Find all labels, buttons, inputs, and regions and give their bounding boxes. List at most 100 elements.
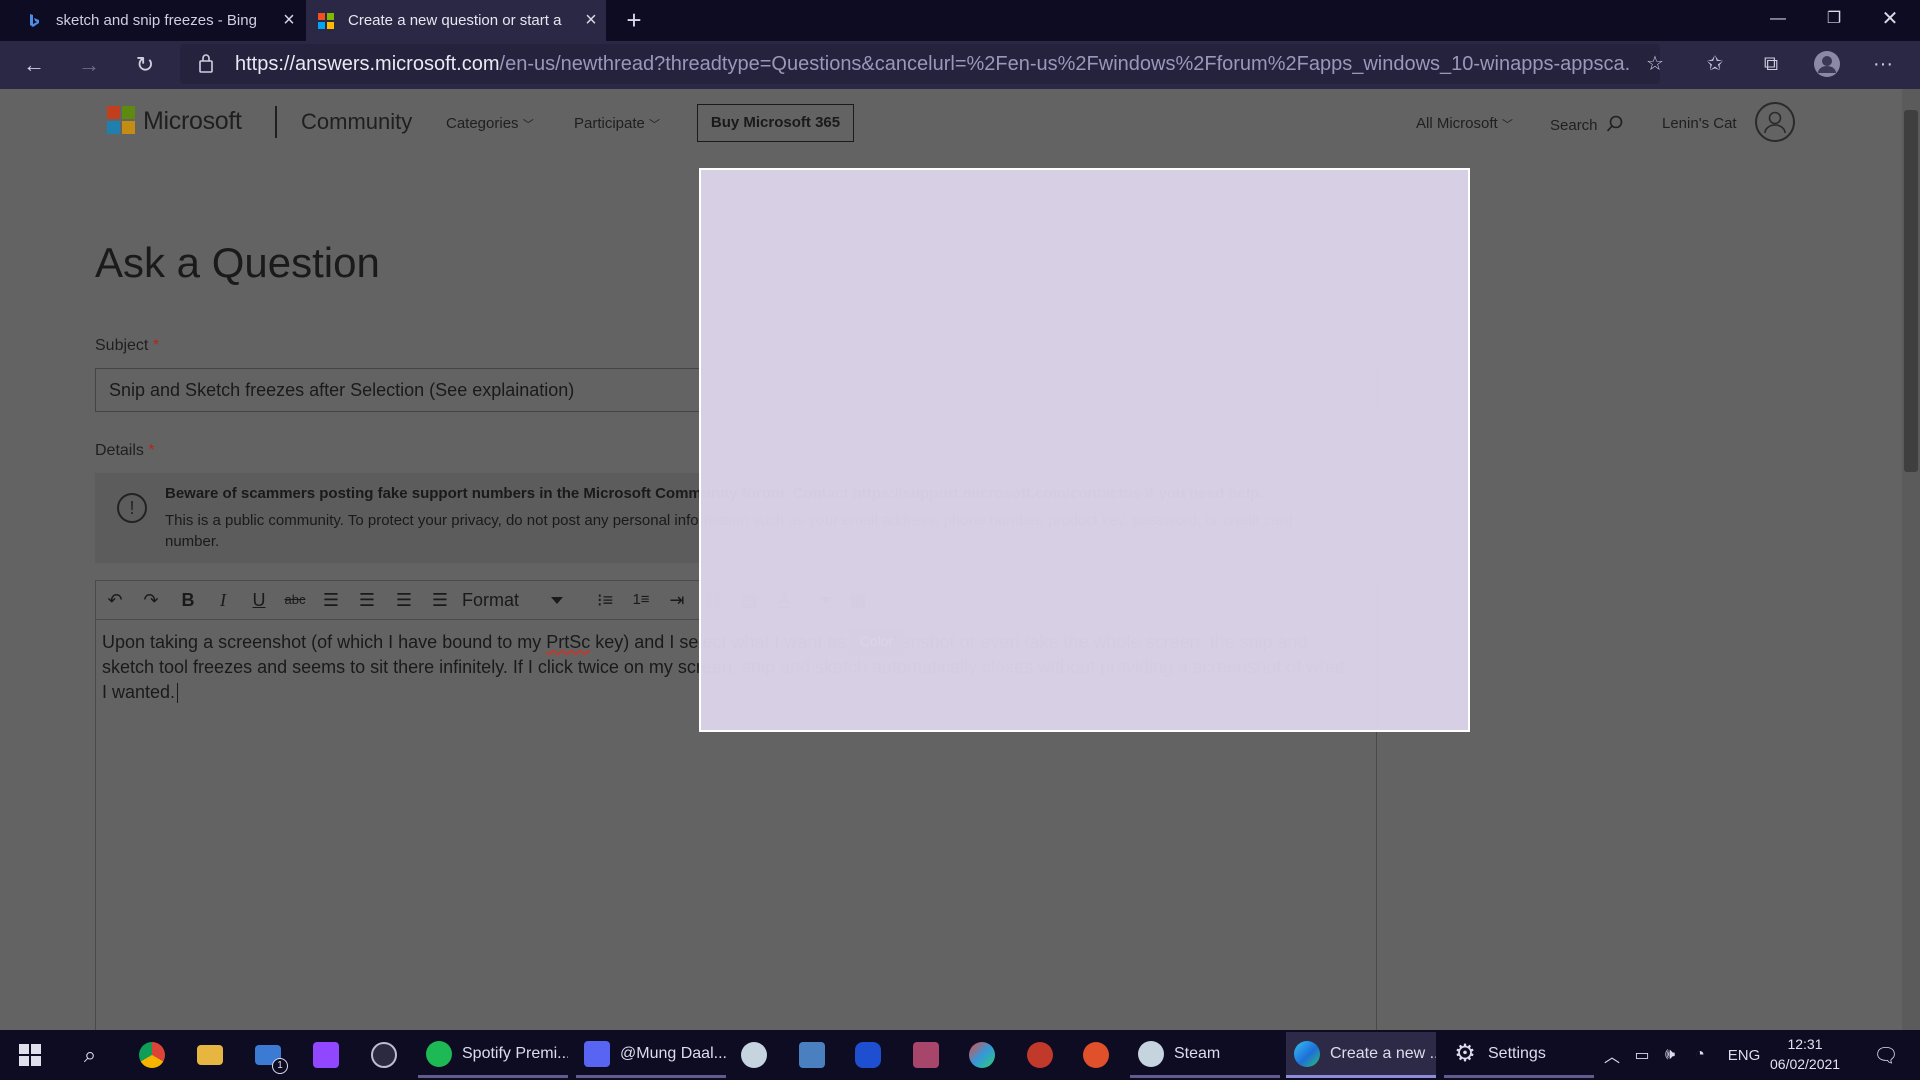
details-editor[interactable]: Upon taking a screenshot (of which I hav… bbox=[95, 620, 1377, 1030]
bold-icon[interactable]: B bbox=[170, 581, 206, 619]
file-explorer-icon[interactable] bbox=[190, 1032, 230, 1078]
taskbar-settings[interactable]: ⚙ Settings bbox=[1444, 1032, 1594, 1078]
editor-toolbar: ↶ ↷ B I U abc ☰ ☰ ☰ ☰ Format ⁝≡ 1≡ ⇥ ⛓ ▨… bbox=[95, 580, 1377, 620]
label-text: Subject bbox=[95, 337, 149, 354]
logo-square-green bbox=[122, 106, 135, 119]
undo-icon[interactable]: ↶ bbox=[97, 581, 133, 619]
text-color-button[interactable]: A bbox=[766, 581, 838, 619]
url-text[interactable]: https://answers.microsoft.com/en-us/newt… bbox=[235, 53, 1630, 76]
buy-microsoft-365-button[interactable]: Buy Microsoft 365 bbox=[697, 104, 854, 142]
notifications-icon[interactable]: 🗨 bbox=[1866, 1032, 1906, 1078]
justify-icon[interactable]: ☰ bbox=[422, 581, 458, 619]
add-favorite-icon[interactable]: ☆ bbox=[1640, 49, 1670, 79]
taskbar-discord[interactable]: @Mung Daal... bbox=[576, 1032, 726, 1078]
taskbar-spotify[interactable]: Spotify Premi... bbox=[418, 1032, 568, 1078]
store-icon[interactable] bbox=[792, 1032, 832, 1078]
collections-icon[interactable]: ⧉ bbox=[1756, 49, 1786, 79]
winrar-icon[interactable] bbox=[906, 1032, 946, 1078]
chevron-down-icon: ﹀ bbox=[1501, 119, 1513, 131]
community-link[interactable]: Community bbox=[301, 109, 412, 135]
network-icon[interactable]: ◔ bbox=[1688, 1032, 1712, 1078]
language-indicator[interactable]: ENG bbox=[1724, 1032, 1764, 1078]
search-icon[interactable]: ⌕ bbox=[70, 1032, 110, 1078]
microsoft-logo[interactable] bbox=[107, 106, 135, 134]
link-icon[interactable]: ⛓ bbox=[695, 581, 731, 619]
twitch-logo bbox=[313, 1042, 339, 1068]
nav-participate[interactable]: Participate ﹀ bbox=[574, 115, 660, 132]
scrollbar-thumb[interactable] bbox=[1904, 110, 1918, 472]
refresh-icon[interactable]: ↻ bbox=[128, 48, 162, 82]
taskbar-edge[interactable]: Create a new ... bbox=[1286, 1032, 1436, 1078]
align-right-icon[interactable]: ☰ bbox=[386, 581, 422, 619]
tab-bing[interactable]: sketch and snip freezes - Bing × bbox=[14, 0, 304, 41]
notice-body: This is a public community. To protect y… bbox=[165, 512, 1293, 550]
misspelled-word[interactable]: PrtSc bbox=[546, 632, 590, 652]
taskbar-steam[interactable]: Steam bbox=[1130, 1032, 1280, 1078]
shield-app-icon[interactable] bbox=[962, 1032, 1002, 1078]
tray-chevron-icon[interactable]: ︿ bbox=[1600, 1032, 1624, 1078]
nav-categories[interactable]: Categories ﹀ bbox=[446, 115, 534, 132]
more-icon[interactable]: ··· bbox=[1868, 49, 1898, 79]
close-tab-icon[interactable]: × bbox=[576, 9, 606, 32]
redo-icon[interactable]: ↷ bbox=[133, 581, 169, 619]
forward-icon[interactable]: → bbox=[72, 48, 106, 82]
color-dropdown-icon bbox=[820, 597, 832, 604]
obs-icon[interactable] bbox=[364, 1032, 404, 1078]
table-icon[interactable]: ▦ bbox=[840, 581, 876, 619]
text-caret bbox=[177, 683, 179, 704]
details-text[interactable]: Upon taking a screenshot (of which I hav… bbox=[102, 630, 1352, 705]
image-icon[interactable]: ▨ bbox=[731, 581, 767, 619]
restore-icon[interactable]: ❐ bbox=[1806, 0, 1862, 41]
new-tab-button[interactable]: + bbox=[618, 4, 650, 36]
malwarebytes-icon[interactable] bbox=[848, 1032, 888, 1078]
strikethrough-icon[interactable]: abc bbox=[277, 581, 313, 619]
chrome-icon[interactable] bbox=[132, 1032, 172, 1078]
indent-icon[interactable]: ⇥ bbox=[659, 581, 695, 619]
url-host: https://answers.microsoft.com bbox=[235, 53, 500, 75]
favorites-icon[interactable]: ✩ bbox=[1700, 49, 1730, 79]
windows-icon bbox=[19, 1044, 41, 1066]
ccleaner-logo bbox=[1083, 1042, 1109, 1068]
obs-logo bbox=[371, 1042, 397, 1068]
tab-microsoft-answers[interactable]: Create a new question or start a × bbox=[306, 0, 606, 41]
logo-square-red bbox=[107, 106, 120, 119]
twitch-icon[interactable] bbox=[306, 1032, 346, 1078]
ccleaner-icon[interactable] bbox=[1076, 1032, 1116, 1078]
folder-logo bbox=[197, 1045, 223, 1065]
subject-label: Subject * bbox=[95, 337, 159, 355]
nav-label: Participate bbox=[574, 115, 645, 132]
format-dropdown-icon[interactable] bbox=[551, 597, 563, 604]
chevron-down-icon: ﹀ bbox=[522, 119, 534, 131]
volume-icon[interactable]: 🕪 bbox=[1658, 1032, 1682, 1078]
numbered-list-icon[interactable]: 1≡ bbox=[623, 581, 659, 619]
tab-title: Create a new question or start a bbox=[348, 12, 562, 29]
mail-icon[interactable]: 1 bbox=[248, 1032, 288, 1078]
underline-icon[interactable]: U bbox=[241, 581, 277, 619]
search-button[interactable]: Search bbox=[1550, 115, 1624, 134]
microsoft-wordmark[interactable]: Microsoft bbox=[143, 107, 242, 136]
start-button[interactable] bbox=[12, 1032, 48, 1078]
user-name[interactable]: Lenin's Cat bbox=[1662, 115, 1737, 132]
profile-icon[interactable] bbox=[1812, 49, 1842, 79]
all-microsoft-menu[interactable]: All Microsoft ﹀ bbox=[1416, 115, 1513, 132]
align-center-icon[interactable]: ☰ bbox=[349, 581, 385, 619]
bulleted-list-icon[interactable]: ⁝≡ bbox=[587, 581, 623, 619]
battery-icon[interactable]: ▭ bbox=[1630, 1032, 1654, 1078]
subject-input[interactable] bbox=[95, 368, 1377, 412]
close-tab-icon[interactable]: × bbox=[274, 9, 304, 32]
italic-icon[interactable]: I bbox=[205, 581, 241, 619]
game-app-icon[interactable] bbox=[1020, 1032, 1060, 1078]
minimize-icon[interactable]: — bbox=[1750, 0, 1806, 41]
back-icon[interactable]: ← bbox=[17, 48, 51, 82]
close-window-icon[interactable]: ✕ bbox=[1862, 0, 1918, 41]
search-icon bbox=[1606, 115, 1623, 132]
lock-icon[interactable] bbox=[198, 53, 214, 73]
steam-app-icon[interactable] bbox=[734, 1032, 774, 1078]
clock[interactable]: 12:31 06/02/2021 bbox=[1770, 1034, 1840, 1074]
game-logo bbox=[1027, 1042, 1053, 1068]
nav-label: All Microsoft bbox=[1416, 115, 1498, 132]
user-avatar[interactable] bbox=[1755, 102, 1795, 142]
nav-label: Categories bbox=[446, 115, 519, 132]
align-left-icon[interactable]: ☰ bbox=[313, 581, 349, 619]
search-label: Search bbox=[1550, 117, 1598, 134]
